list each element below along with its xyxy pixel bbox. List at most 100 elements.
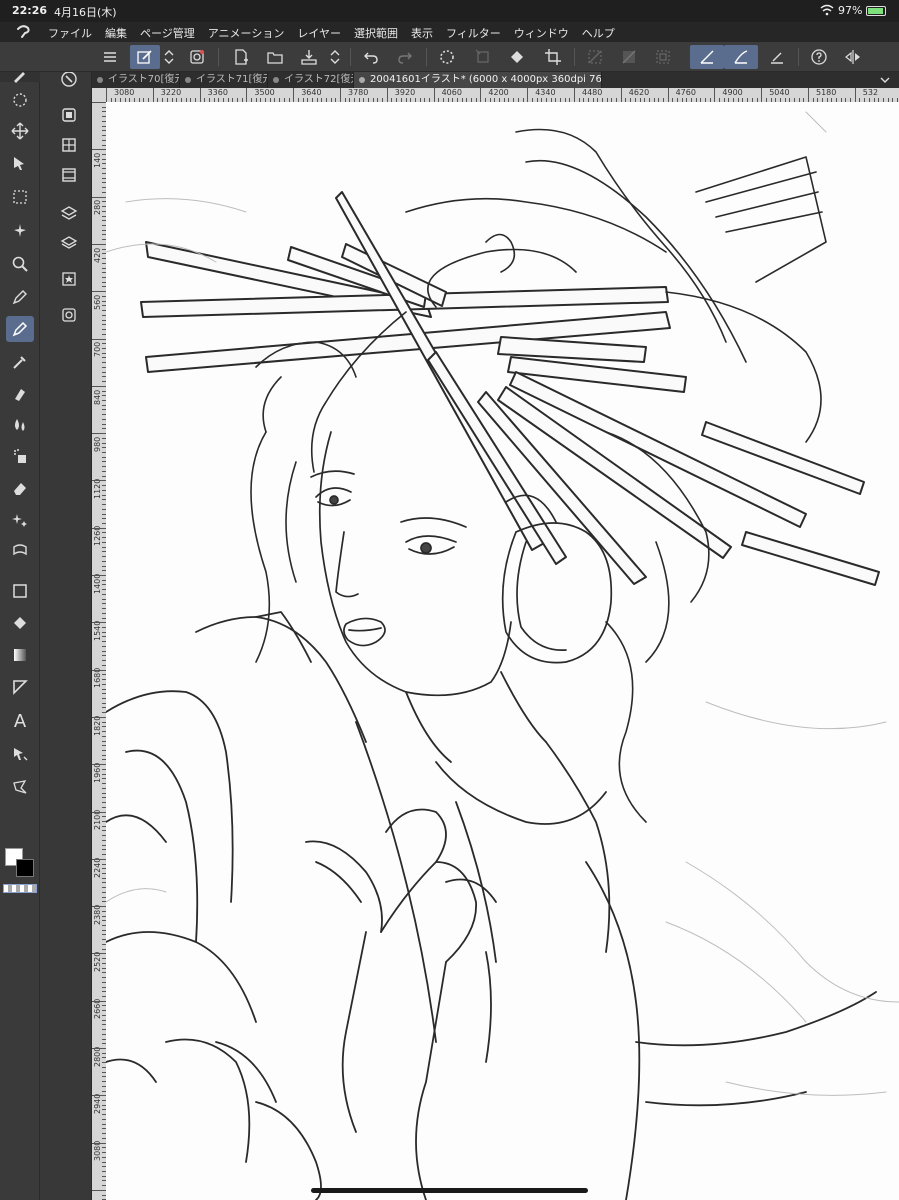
blend-icon[interactable] bbox=[6, 537, 34, 563]
lasso-fill-icon[interactable] bbox=[6, 774, 34, 800]
home-indicator[interactable] bbox=[311, 1188, 588, 1193]
open-folder-icon[interactable] bbox=[262, 45, 288, 69]
airbrush-icon[interactable] bbox=[6, 443, 34, 469]
new-file-icon[interactable] bbox=[228, 45, 254, 69]
favorites-icon[interactable] bbox=[58, 268, 80, 290]
status-bar: 22:26 4月16日(木) 97% bbox=[0, 0, 899, 22]
timeline-icon[interactable] bbox=[58, 164, 80, 186]
sub-view-icon[interactable] bbox=[58, 104, 80, 126]
ruler-v-tick bbox=[92, 1142, 106, 1144]
move-icon[interactable] bbox=[6, 118, 34, 144]
menu-animation[interactable]: アニメーション bbox=[208, 25, 285, 41]
ruler-h-label: 3640 bbox=[301, 88, 322, 97]
sub-color-swatch[interactable] bbox=[16, 859, 34, 877]
rectangle-icon[interactable] bbox=[6, 578, 34, 604]
undo-icon[interactable] bbox=[358, 45, 384, 69]
pen-active-icon[interactable] bbox=[6, 316, 34, 342]
ruler-v-label: 840 bbox=[93, 389, 102, 405]
ruler-h-tick bbox=[761, 88, 763, 102]
tab-close-dot-icon[interactable] bbox=[273, 77, 279, 83]
eraser-icon[interactable] bbox=[6, 475, 34, 501]
ruler-v-label: 2800 bbox=[93, 1046, 102, 1067]
lasso-icon[interactable] bbox=[6, 87, 34, 113]
expand-selection-icon[interactable] bbox=[650, 45, 676, 69]
tab-illust70[interactable]: イラスト70[復元] bbox=[92, 72, 180, 88]
transparent-color-swatch[interactable] bbox=[3, 884, 37, 893]
ruler-v-tick bbox=[92, 338, 106, 340]
help-icon[interactable] bbox=[806, 45, 832, 69]
magic-wand-icon[interactable] bbox=[6, 218, 34, 244]
transform-icon[interactable] bbox=[6, 150, 34, 176]
ruler-v-tick bbox=[92, 906, 106, 908]
marker-icon[interactable] bbox=[6, 381, 34, 407]
invert-selection-icon[interactable] bbox=[616, 45, 642, 69]
pen-icon[interactable] bbox=[6, 284, 34, 310]
command-bar bbox=[0, 42, 899, 72]
save-options-arrows-icon[interactable] bbox=[326, 45, 344, 69]
menu-hamburger-icon[interactable] bbox=[97, 45, 123, 69]
ruler-v-tick bbox=[92, 811, 106, 813]
menu-view[interactable]: 表示 bbox=[411, 25, 433, 41]
flip-horizontal-icon[interactable] bbox=[840, 45, 866, 69]
sketch-artwork bbox=[106, 111, 899, 1200]
crop-icon[interactable] bbox=[540, 45, 566, 69]
clear-selection-icon[interactable] bbox=[582, 45, 608, 69]
ruler-v-tick bbox=[92, 575, 106, 576]
text-icon[interactable]: A bbox=[6, 708, 34, 734]
eyedropper-icon[interactable] bbox=[6, 349, 34, 375]
menu-layer[interactable]: レイヤー bbox=[297, 25, 341, 41]
ruler-v-tick bbox=[92, 669, 106, 671]
layer-property-icon[interactable] bbox=[58, 202, 80, 224]
fill-bucket-icon[interactable] bbox=[504, 45, 530, 69]
tab-close-dot-icon[interactable] bbox=[185, 77, 191, 83]
ruler-h-tick bbox=[293, 88, 295, 102]
ruler-h-label: 4480 bbox=[582, 88, 603, 97]
ruler-v-tick bbox=[92, 149, 106, 151]
edit-mode-icon[interactable] bbox=[130, 45, 160, 69]
ruler-h-tick bbox=[667, 88, 669, 102]
snap-ruler-icon[interactable] bbox=[690, 45, 724, 69]
redo-icon[interactable] bbox=[392, 45, 418, 69]
watercolor-icon[interactable] bbox=[6, 412, 34, 438]
drawing-canvas[interactable] bbox=[106, 102, 899, 1200]
app-window: 22:26 4月16日(木) 97% ファイル 編集 ページ管理 アニメーション… bbox=[0, 0, 899, 1200]
layer-search-icon[interactable] bbox=[58, 304, 80, 326]
menu-page[interactable]: ページ管理 bbox=[140, 25, 195, 41]
save-icon[interactable] bbox=[296, 45, 322, 69]
menu-window[interactable]: ウィンドウ bbox=[514, 25, 569, 41]
battery-icon bbox=[866, 6, 886, 16]
loading-spinner-icon[interactable] bbox=[434, 45, 460, 69]
ruler-v-tick bbox=[92, 1048, 106, 1049]
snap-special-ruler-icon[interactable] bbox=[724, 45, 758, 69]
tab-illust71[interactable]: イラスト71[復元] bbox=[180, 72, 268, 88]
menu-filter[interactable]: フィルター bbox=[446, 25, 501, 41]
ruler-h-label: 3500 bbox=[254, 88, 275, 97]
menu-help[interactable]: ヘルプ bbox=[582, 25, 615, 41]
app-logo-icon[interactable] bbox=[14, 23, 32, 41]
ruler-v-label: 1680 bbox=[93, 667, 102, 689]
ruler-h-tick bbox=[808, 88, 809, 102]
tabs-dropdown-chevron-icon[interactable] bbox=[878, 72, 892, 88]
decoration-icon[interactable] bbox=[6, 507, 34, 533]
menu-edit[interactable]: 編集 bbox=[105, 25, 127, 41]
zoom-icon[interactable] bbox=[6, 251, 34, 277]
snap-grid-icon[interactable] bbox=[764, 45, 790, 69]
menu-file[interactable]: ファイル bbox=[48, 25, 92, 41]
layer-icon[interactable] bbox=[58, 232, 80, 254]
companion-icon[interactable] bbox=[184, 45, 210, 69]
material-icon[interactable] bbox=[58, 134, 80, 156]
marquee-icon[interactable] bbox=[6, 184, 34, 210]
tab-illust72[interactable]: イラスト72[復元] bbox=[268, 72, 354, 88]
tab-current-document[interactable]: 20041601イラスト* (6000 x 4000px 360dpi 76.7… bbox=[354, 72, 602, 88]
ruler-h-label: 4340 bbox=[535, 88, 556, 97]
object-select-icon[interactable] bbox=[6, 741, 34, 767]
tab-close-dot-icon[interactable] bbox=[359, 77, 365, 83]
menu-items: ファイル 編集 ページ管理 アニメーション レイヤー 選択範囲 表示 フィルター… bbox=[48, 25, 628, 41]
tab-close-dot-icon[interactable] bbox=[97, 77, 103, 83]
updown-arrows-icon[interactable] bbox=[160, 45, 178, 69]
transform-selection-icon[interactable] bbox=[470, 45, 496, 69]
ruler-icon[interactable] bbox=[6, 674, 34, 700]
fill-icon[interactable] bbox=[6, 610, 34, 636]
gradient-icon[interactable] bbox=[6, 642, 34, 668]
menu-selection[interactable]: 選択範囲 bbox=[354, 25, 398, 41]
